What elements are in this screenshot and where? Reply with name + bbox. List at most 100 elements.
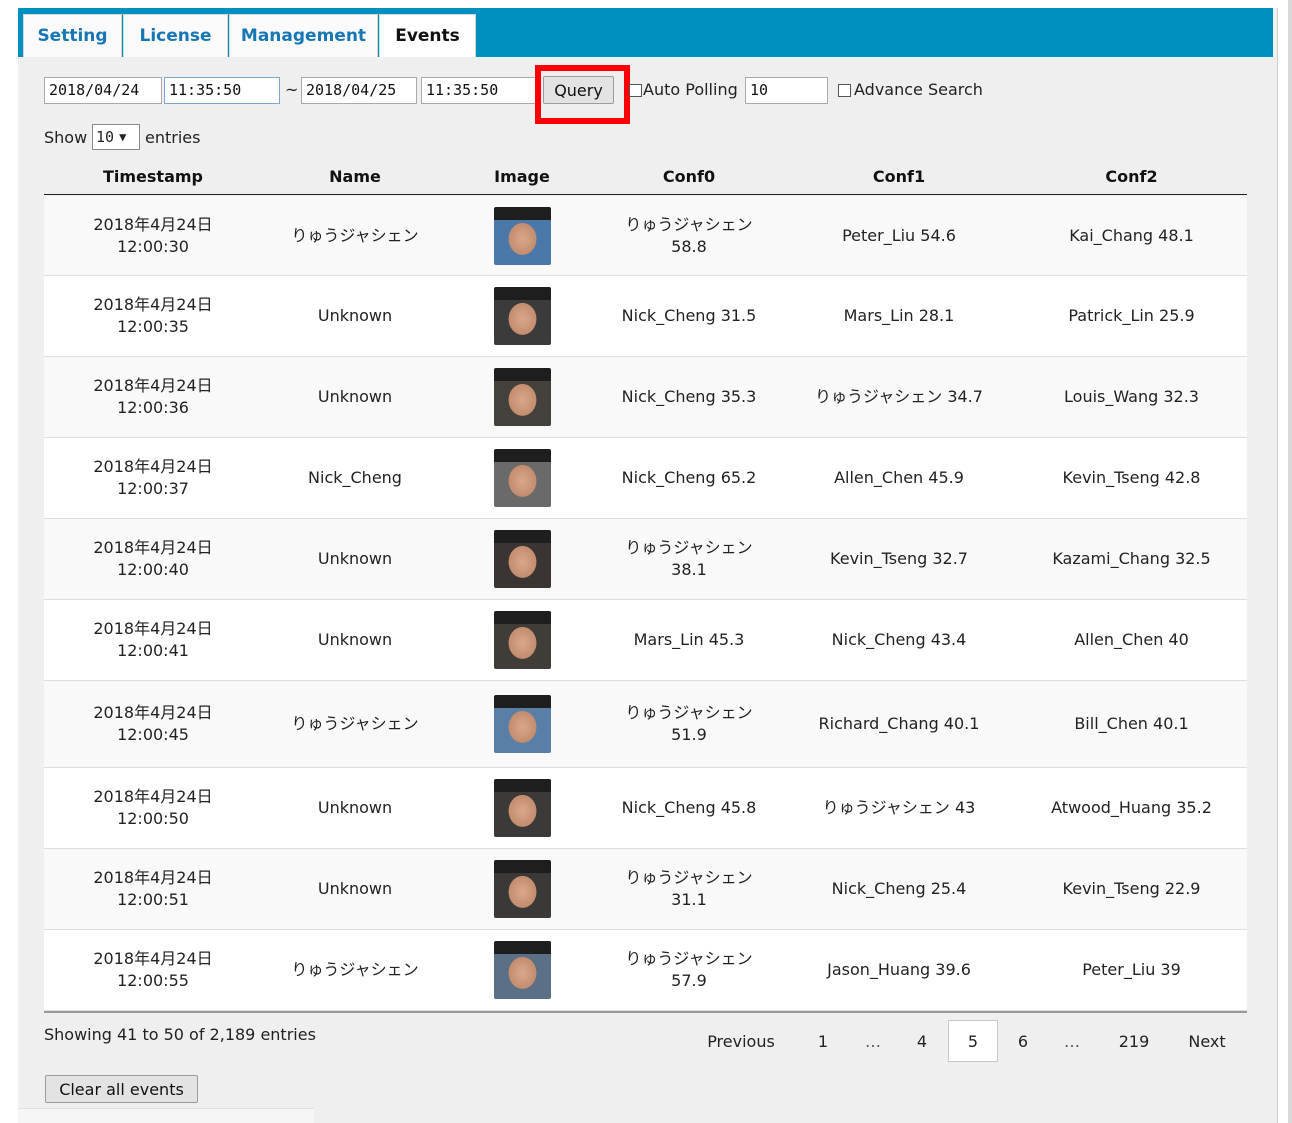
name-cell: りゅうジャシェン bbox=[291, 714, 419, 733]
pagination-previous[interactable]: Previous bbox=[695, 1020, 787, 1062]
face-thumbnail[interactable] bbox=[493, 287, 551, 345]
table-row[interactable]: 2018年4月24日 12:00:45 りゅうジャシェン りゅうジャシェン 51.9 R… bbox=[44, 681, 1247, 768]
conf2-cell: Patrick_Lin 25.9 bbox=[1068, 306, 1195, 325]
timestamp-cell: 2018年4月24日 12:00:51 bbox=[44, 849, 262, 929]
tab-management[interactable]: Management bbox=[229, 14, 378, 57]
start-date-input[interactable]: 2018/04/24 bbox=[44, 77, 162, 104]
conf2-cell: Peter_Liu 39 bbox=[1082, 960, 1181, 979]
pagination-page-1[interactable]: 1 bbox=[808, 1020, 838, 1062]
table-row[interactable]: 2018年4月24日 12:00:55 りゅうジャシェン りゅうジャシェン 57.9 J… bbox=[44, 930, 1247, 1011]
image-cell bbox=[448, 357, 596, 437]
column-header-image[interactable]: Image bbox=[448, 158, 596, 195]
pagination-next[interactable]: Next bbox=[1178, 1020, 1236, 1062]
pagination-ellipsis: … bbox=[865, 1031, 881, 1051]
tab-bar: Setting License Management Events bbox=[18, 8, 1273, 57]
face-thumbnail[interactable] bbox=[493, 695, 551, 753]
pagination-page-current[interactable]: 5 bbox=[948, 1020, 998, 1062]
timestamp-cell: 2018年4月24日 12:00:35 bbox=[44, 276, 262, 356]
advance-search-checkbox[interactable] bbox=[838, 84, 851, 97]
face-thumbnail[interactable] bbox=[493, 206, 551, 265]
timestamp-date: 2018年4月24日 bbox=[93, 376, 213, 395]
tab-license[interactable]: License bbox=[123, 14, 228, 57]
table-header: Timestamp Name Image Conf0 Conf1 Conf2 bbox=[44, 158, 1247, 195]
timestamp-date: 2018年4月24日 bbox=[93, 868, 213, 887]
timestamp-time: 12:00:51 bbox=[117, 890, 189, 909]
conf2-cell: Allen_Chen 40 bbox=[1074, 630, 1189, 649]
face-thumbnail[interactable] bbox=[493, 611, 551, 669]
conf2-cell: Louis_Wang 32.3 bbox=[1064, 387, 1199, 406]
name-cell: Unknown bbox=[317, 306, 393, 325]
image-cell bbox=[448, 438, 596, 518]
image-cell bbox=[448, 196, 596, 275]
face-thumbnail[interactable] bbox=[493, 530, 551, 588]
conf0-cell: Nick_Cheng 65.2 bbox=[621, 468, 757, 487]
pagination-page-4[interactable]: 4 bbox=[906, 1020, 938, 1062]
page-edge bbox=[1288, 0, 1292, 1123]
tab-setting[interactable]: Setting bbox=[23, 14, 122, 57]
timestamp-time: 12:00:55 bbox=[117, 971, 189, 990]
image-cell bbox=[448, 276, 596, 356]
conf0-cell: りゅうジャシェン 31.1 bbox=[625, 868, 753, 909]
conf0-cell: Nick_Cheng 31.5 bbox=[621, 306, 757, 325]
name-cell: りゅうジャシェン bbox=[291, 960, 419, 979]
face-thumbnail[interactable] bbox=[493, 779, 551, 837]
conf2-cell: Kazami_Chang 32.5 bbox=[1052, 549, 1211, 568]
pagination-page-219[interactable]: 219 bbox=[1106, 1020, 1162, 1062]
face-thumbnail[interactable] bbox=[493, 860, 551, 918]
column-header-name[interactable]: Name bbox=[262, 158, 448, 195]
entries-per-page-value: 10 bbox=[96, 128, 115, 146]
column-header-conf0[interactable]: Conf0 bbox=[596, 158, 782, 195]
face-thumbnail[interactable] bbox=[493, 368, 551, 426]
tab-events[interactable]: Events bbox=[379, 14, 476, 57]
conf0-cell: Mars_Lin 45.3 bbox=[633, 630, 745, 649]
conf1-cell: Allen_Chen 45.9 bbox=[834, 468, 964, 487]
name-cell: Unknown bbox=[317, 798, 393, 817]
events-panel: Setting License Management Events 2018/0… bbox=[18, 8, 1278, 1123]
auto-polling-interval-input[interactable]: 10 bbox=[745, 77, 828, 104]
column-header-timestamp[interactable]: Timestamp bbox=[44, 158, 262, 195]
column-header-conf2[interactable]: Conf2 bbox=[1016, 158, 1247, 195]
end-time-input[interactable]: 11:35:50 bbox=[421, 77, 537, 104]
conf0-cell: りゅうジャシェン 38.1 bbox=[625, 538, 753, 579]
clear-all-events-button[interactable]: Clear all events bbox=[45, 1075, 198, 1103]
end-date-input[interactable]: 2018/04/25 bbox=[301, 77, 417, 104]
table-row[interactable]: 2018年4月24日 12:00:37 Nick_Cheng Nick_Cheng 6… bbox=[44, 438, 1247, 519]
timestamp-time: 12:00:45 bbox=[117, 725, 189, 744]
table-row[interactable]: 2018年4月24日 12:00:41 Unknown Mars_Lin 45.3 Ni… bbox=[44, 600, 1247, 681]
conf1-cell: Mars_Lin 28.1 bbox=[843, 306, 955, 325]
table-row[interactable]: 2018年4月24日 12:00:40 Unknown りゅうジャシェン 38.1 Ke… bbox=[44, 519, 1247, 600]
face-thumbnail[interactable] bbox=[493, 449, 551, 507]
entries-per-page-select[interactable]: 10 ▼ bbox=[92, 124, 140, 150]
image-cell bbox=[448, 768, 596, 848]
pagination-page-6[interactable]: 6 bbox=[1008, 1020, 1038, 1062]
timestamp-date: 2018年4月24日 bbox=[93, 619, 213, 638]
table-row[interactable]: 2018年4月24日 12:00:30 りゅうジャシェン りゅうジャシェン 58.8 P… bbox=[44, 196, 1247, 276]
name-cell: Unknown bbox=[317, 630, 393, 649]
conf2-cell: Atwood_Huang 35.2 bbox=[1051, 798, 1212, 817]
timestamp-cell: 2018年4月24日 12:00:37 bbox=[44, 438, 262, 518]
table-info: Showing 41 to 50 of 2,189 entries bbox=[44, 1025, 316, 1044]
events-table: Timestamp Name Image Conf0 Conf1 Conf2 2… bbox=[44, 158, 1247, 1013]
conf1-cell: Jason_Huang 39.6 bbox=[827, 960, 971, 979]
status-strip bbox=[18, 1108, 314, 1123]
table-row[interactable]: 2018年4月24日 12:00:36 Unknown Nick_Cheng 35.3… bbox=[44, 357, 1247, 438]
column-header-conf1[interactable]: Conf1 bbox=[782, 158, 1016, 195]
chevron-down-icon: ▼ bbox=[119, 130, 127, 144]
conf0-cell: Nick_Cheng 35.3 bbox=[621, 387, 757, 406]
advance-search-label: Advance Search bbox=[854, 80, 983, 99]
table-row[interactable]: 2018年4月24日 12:00:51 Unknown りゅうジャシェン 31.1 Ni… bbox=[44, 849, 1247, 930]
start-time-input[interactable]: 11:35:50 bbox=[164, 77, 280, 104]
timestamp-date: 2018年4月24日 bbox=[93, 787, 213, 806]
timestamp-time: 12:00:36 bbox=[117, 398, 189, 417]
conf0-cell: りゅうジャシェン 51.9 bbox=[625, 703, 753, 744]
face-thumbnail[interactable] bbox=[493, 941, 551, 999]
timestamp-cell: 2018年4月24日 12:00:55 bbox=[44, 930, 262, 1010]
pagination-ellipsis: … bbox=[1064, 1031, 1080, 1051]
table-row[interactable]: 2018年4月24日 12:00:50 Unknown Nick_Cheng 45.8… bbox=[44, 768, 1247, 849]
show-label: Show bbox=[44, 128, 88, 147]
auto-polling-checkbox[interactable] bbox=[629, 84, 642, 97]
timestamp-date: 2018年4月24日 bbox=[93, 457, 213, 476]
name-cell: りゅうジャシェン bbox=[291, 225, 419, 245]
conf2-cell: Bill_Chen 40.1 bbox=[1074, 714, 1189, 733]
table-row[interactable]: 2018年4月24日 12:00:35 Unknown Nick_Cheng 31.5… bbox=[44, 276, 1247, 357]
